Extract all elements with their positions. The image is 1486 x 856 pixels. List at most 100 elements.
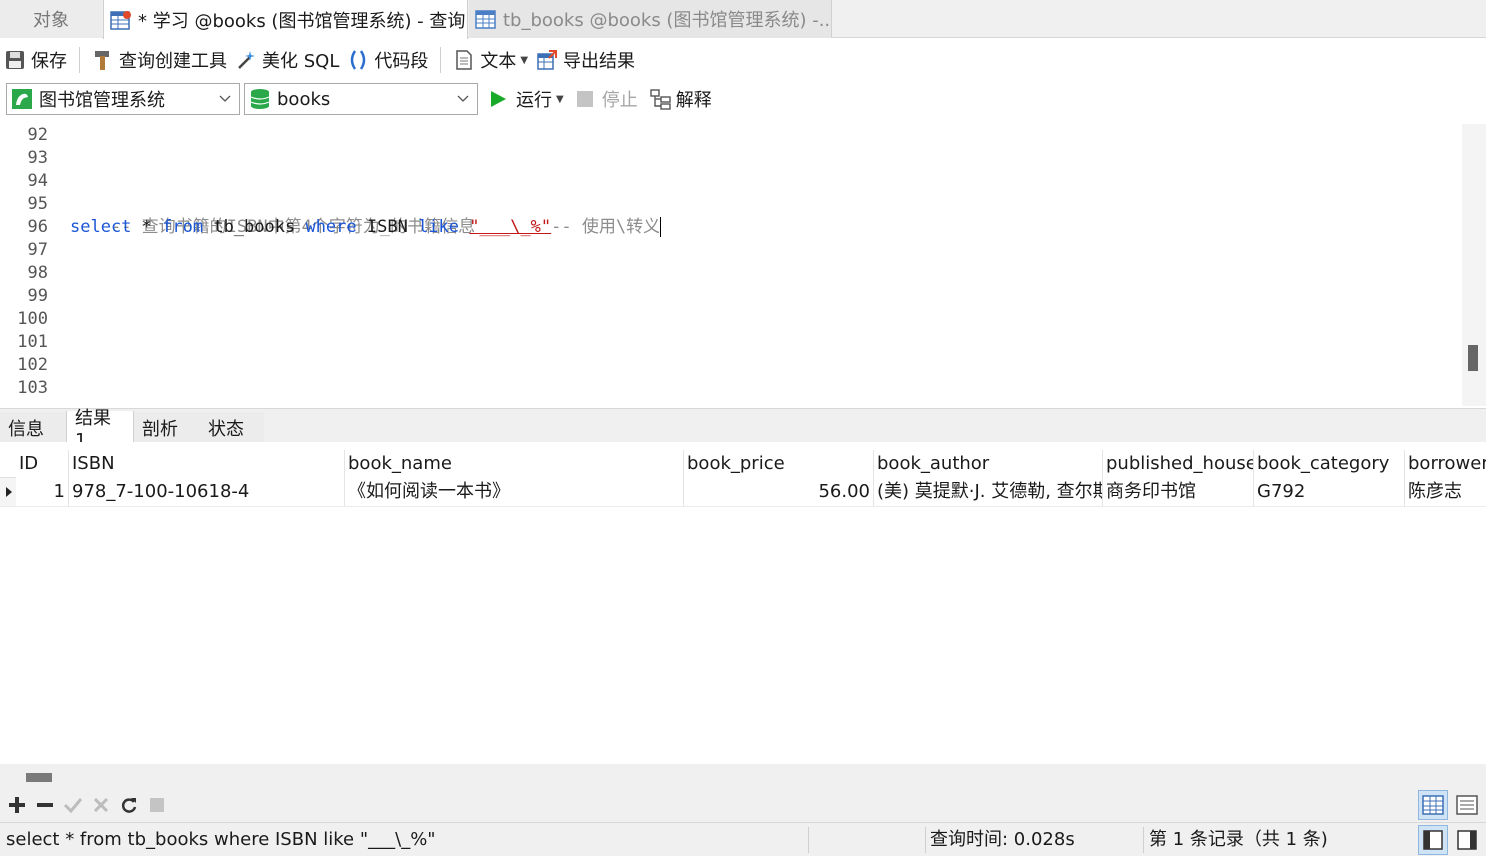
export-results-label: 导出结果	[563, 51, 636, 72]
line-number: 92	[27, 125, 48, 145]
grid-horizontal-scrollbar[interactable]	[0, 764, 1486, 788]
discard-changes-button[interactable]	[90, 794, 112, 816]
close-icon	[94, 798, 108, 812]
sql-space	[459, 217, 469, 237]
scrollbar-thumb[interactable]	[1468, 345, 1478, 371]
play-icon	[491, 91, 506, 107]
toolbar-divider	[440, 47, 442, 73]
save-icon	[6, 51, 24, 69]
save-button[interactable]: 保存	[0, 40, 71, 80]
explain-icon	[650, 89, 671, 110]
column-header-borrower[interactable]: borrower	[1405, 450, 1486, 478]
export-results-button[interactable]: 导出结果	[532, 40, 639, 80]
database-select[interactable]: books	[244, 83, 478, 115]
cell-isbn[interactable]: 978_7-100-10618-4	[69, 478, 345, 506]
run-label: 运行	[516, 90, 552, 111]
column-header-book-category[interactable]: book_category	[1254, 450, 1405, 478]
table-row[interactable]: 1 978_7-100-10618-4 《如何阅读一本书》 56.00 (美) …	[0, 478, 1486, 507]
refresh-icon	[121, 798, 137, 813]
export-table-icon	[537, 50, 558, 70]
column-header-book-price[interactable]: book_price	[684, 450, 874, 478]
line-number: 99	[27, 286, 48, 306]
dropdown-caret-icon: ▼	[520, 54, 529, 66]
cell-book-price[interactable]: 56.00	[684, 478, 874, 506]
sql-editor[interactable]: 92 93 94 95 96 97 98 99 100 101 102 103 …	[0, 124, 1462, 406]
run-button[interactable]: 运行 ▼	[488, 86, 564, 112]
database-icon	[250, 89, 270, 109]
tab-status[interactable]: 状态	[200, 412, 264, 443]
apply-changes-button[interactable]	[62, 794, 84, 816]
add-record-button[interactable]	[6, 794, 28, 816]
line-number: 100	[17, 309, 48, 329]
code-snippet-label: 代码段	[374, 51, 429, 72]
stop-label: 停止	[601, 90, 638, 111]
grid-action-bar	[0, 788, 1486, 822]
connection-select[interactable]: 图书馆管理系统	[6, 83, 240, 115]
line-number: 98	[27, 263, 48, 283]
column-header-published-house[interactable]: published_house	[1103, 450, 1254, 478]
form-view-icon	[1456, 795, 1478, 815]
editor-tab-bar: 对象 * 学习 @books (图书馆管理系统) - 查询 tb_books @…	[0, 0, 1486, 39]
database-select-value: books	[277, 88, 331, 110]
column-header-book-name[interactable]: book_name	[345, 450, 684, 478]
sql-table-name: tb_books	[203, 217, 306, 237]
sql-keyword-select: select	[70, 217, 132, 237]
connection-select-value: 图书馆管理系统	[39, 90, 165, 111]
text-mode-button[interactable]: 文本 ▼	[449, 40, 532, 80]
column-header-isbn[interactable]: ISBN	[69, 450, 345, 478]
refresh-button[interactable]	[118, 794, 140, 816]
status-query-time: 查询时间: 0.028s	[930, 829, 1075, 850]
current-row-arrow-icon	[6, 487, 12, 497]
status-divider	[1143, 827, 1144, 853]
query-builder-button[interactable]: 查询创建工具	[88, 40, 231, 80]
tab-profile-label: 剖析	[142, 418, 178, 440]
tab-table-tb-books[interactable]: tb_books @books (图书馆管理系统) -...	[469, 0, 832, 38]
tab-info[interactable]: 信息	[0, 412, 66, 443]
cell-published-house[interactable]: 商务印书馆	[1103, 478, 1254, 506]
line-number-gutter: 92 93 94 95 96 97 98 99 100 101 102 103	[0, 124, 56, 406]
query-toolbar: 保存 查询创建工具 美化 SQL 代码段 文本 ▼ 导出结果	[0, 40, 1486, 80]
row-selector[interactable]	[0, 478, 16, 506]
editor-vertical-scrollbar[interactable]	[1462, 124, 1486, 406]
tab-objects-label: 对象	[33, 10, 69, 31]
tab-query-active[interactable]: * 学习 @books (图书馆管理系统) - 查询	[103, 0, 468, 39]
grid-view-toggle	[1414, 790, 1482, 820]
cell-book-name[interactable]: 《如何阅读一本书》	[345, 478, 684, 506]
tab-objects[interactable]: 对象	[0, 0, 102, 38]
tab-profile[interactable]: 剖析	[134, 412, 200, 443]
line-number: 94	[27, 171, 48, 191]
stop-button[interactable]: 停止	[576, 86, 638, 112]
parentheses-icon	[351, 50, 366, 70]
status-bar: select * from tb_books where ISBN like "…	[0, 822, 1486, 856]
beautify-sql-label: 美化 SQL	[262, 51, 340, 72]
result-grid: ID ISBN book_name book_price book_author…	[0, 442, 1486, 764]
checkmark-icon	[64, 798, 82, 813]
left-panel-toggle-button[interactable]	[1418, 825, 1448, 855]
cell-book-author[interactable]: (美) 莫提默·J. 艾德勒, 查尔斯	[874, 478, 1103, 506]
cell-book-category[interactable]: G792	[1254, 478, 1405, 506]
sql-string-pattern: "___\_%"	[469, 217, 552, 237]
explain-button[interactable]: 解释	[650, 86, 712, 112]
line-number: 102	[17, 355, 48, 375]
delete-record-button[interactable]	[34, 794, 56, 816]
column-header-book-author[interactable]: book_author	[874, 450, 1103, 478]
stop-icon	[150, 798, 164, 812]
cell-id[interactable]: 1	[16, 478, 69, 506]
cell-borrower[interactable]: 陈彦志	[1405, 478, 1486, 506]
grid-view-icon	[1422, 795, 1444, 815]
code-snippet-button[interactable]: 代码段	[343, 40, 432, 80]
column-header-id[interactable]: ID	[16, 450, 69, 478]
connection-icon	[12, 89, 32, 109]
tab-query-active-label: * 学习 @books (图书馆管理系统) - 查询	[138, 10, 466, 32]
status-divider	[925, 827, 926, 853]
tab-result-1[interactable]: 结果 1	[66, 408, 134, 451]
stop-loading-button[interactable]	[146, 794, 168, 816]
stop-icon	[576, 91, 593, 107]
scrollbar-thumb[interactable]	[26, 773, 52, 782]
grid-view-button[interactable]	[1418, 790, 1448, 820]
beautify-sql-button[interactable]: 美化 SQL	[231, 40, 343, 80]
form-view-button[interactable]	[1452, 790, 1482, 820]
result-tab-bar: 信息 结果 1 剖析 状态	[0, 408, 1486, 451]
query-table-icon	[110, 10, 131, 30]
right-panel-toggle-button[interactable]	[1452, 825, 1482, 855]
